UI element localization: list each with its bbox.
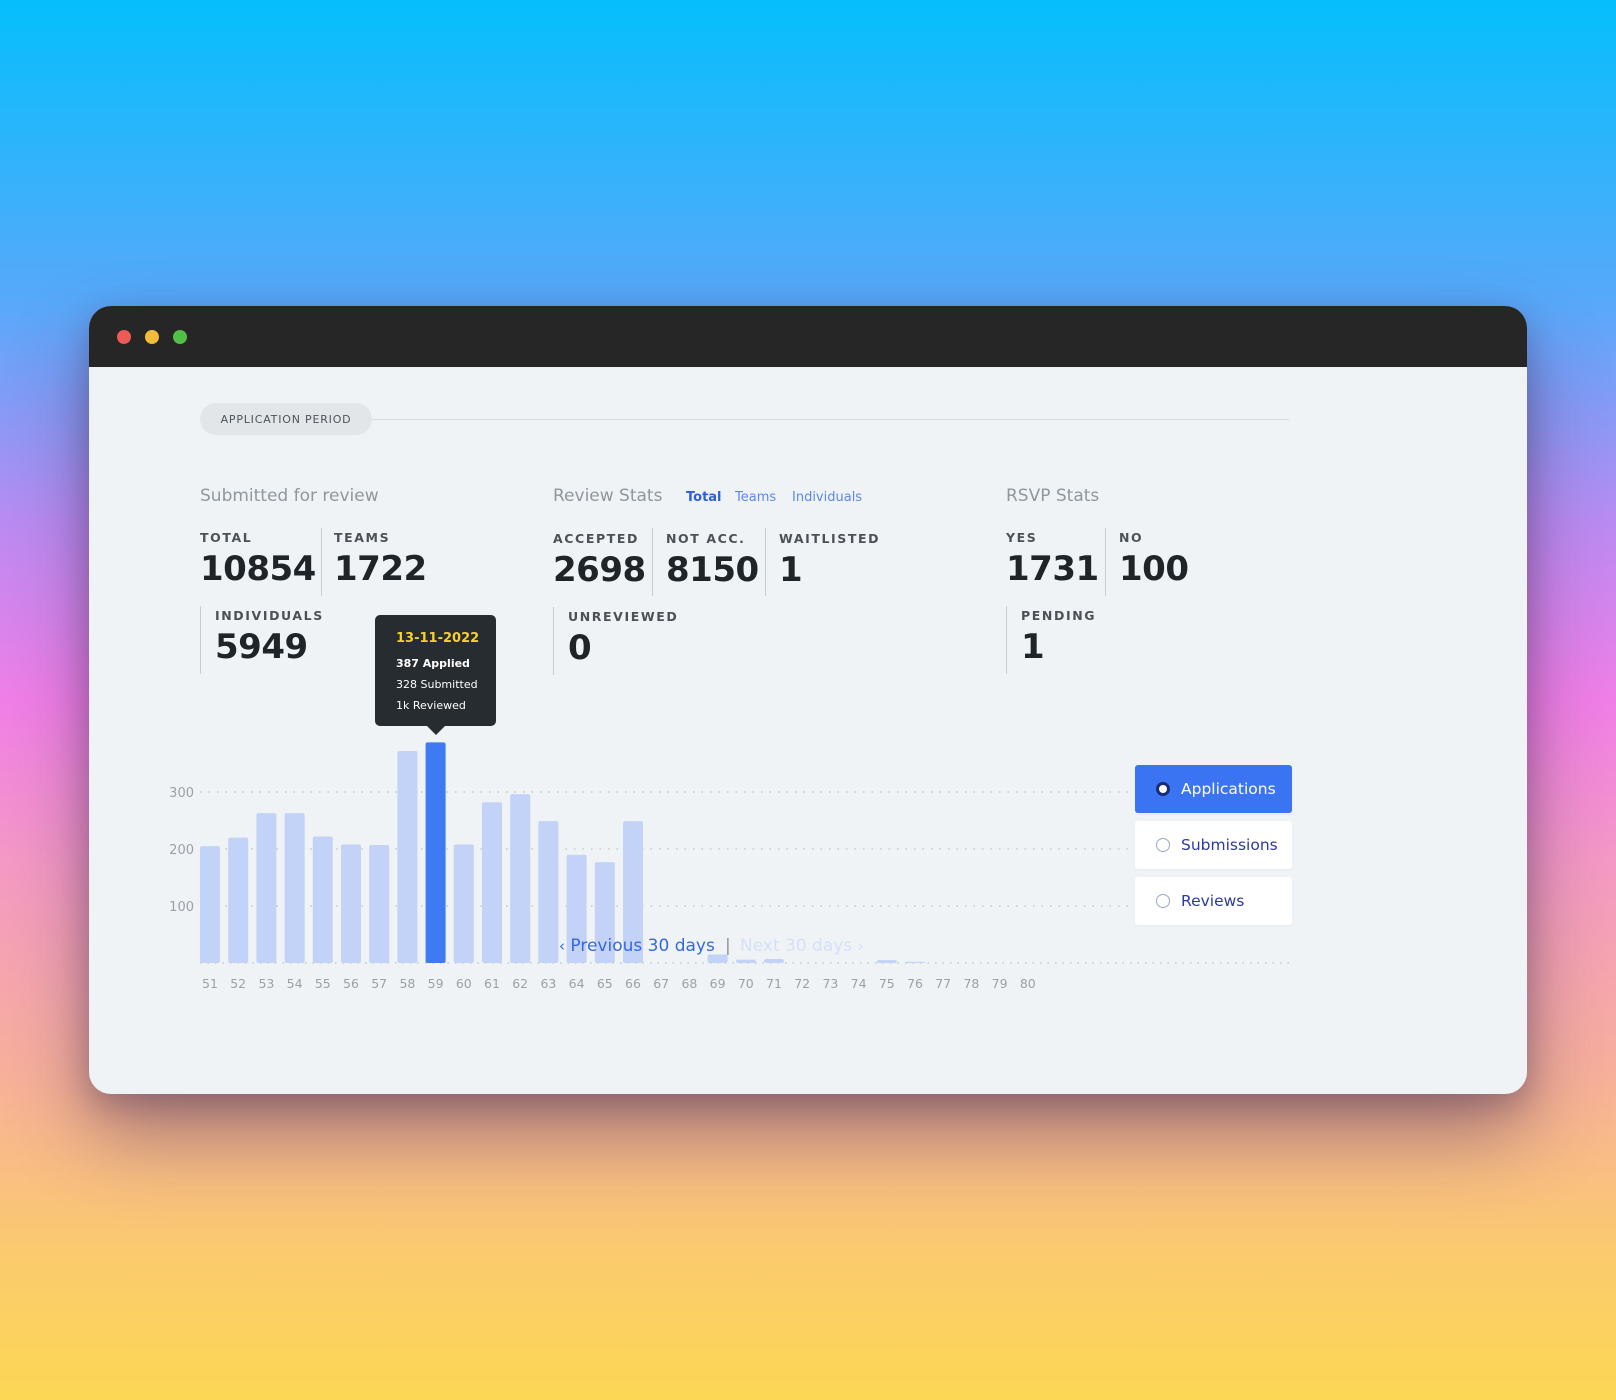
x-tick-label: 74 (851, 976, 867, 991)
highlighted-bar (425, 742, 446, 963)
chevron-right-icon: › (857, 937, 864, 955)
bar (538, 821, 559, 963)
bar (312, 836, 333, 963)
x-tick-label: 56 (343, 976, 359, 991)
x-tick-label: 79 (992, 976, 1008, 991)
x-tick-label: 59 (428, 976, 444, 991)
x-tick-label: 65 (597, 976, 613, 991)
x-tick-label: 69 (710, 976, 726, 991)
chart-tooltip: 13-11-2022 387 Applied 328 Submitted 1k … (375, 615, 496, 735)
bar (256, 813, 277, 963)
chevron-left-icon: ‹ (559, 937, 565, 955)
bar (482, 802, 502, 963)
next-30-days-label: Next 30 days (740, 936, 853, 956)
x-tick-label: 63 (540, 976, 556, 991)
x-tick-label: 62 (512, 976, 528, 991)
x-tick-label: 70 (738, 976, 754, 991)
tooltip-applied: 387 Applied (396, 657, 470, 670)
y-tick-label: 300 (169, 786, 194, 801)
bar (228, 837, 249, 963)
x-tick-label: 77 (935, 976, 951, 991)
x-tick-label: 66 (625, 976, 641, 991)
previous-30-days-label: Previous 30 days (570, 936, 715, 956)
x-tick-label: 55 (315, 976, 331, 991)
x-tick-label: 58 (399, 976, 415, 991)
reviews-toggle-button[interactable]: Reviews (1135, 877, 1292, 925)
x-tick-label: 68 (681, 976, 697, 991)
bar (735, 959, 756, 963)
applications-toggle-button[interactable]: Applications (1135, 765, 1292, 813)
bar (876, 960, 897, 963)
bar (341, 844, 361, 963)
x-tick-label: 52 (230, 976, 246, 991)
bar (453, 844, 474, 963)
bar (200, 846, 220, 963)
submissions-toggle-label: Submissions (1181, 836, 1278, 854)
applications-toggle-label: Applications (1181, 780, 1276, 798)
x-tick-label: 61 (484, 976, 500, 991)
bar (284, 813, 305, 963)
x-tick-label: 64 (569, 976, 585, 991)
x-tick-label: 80 (1020, 976, 1036, 991)
x-tick-label: 78 (963, 976, 979, 991)
x-tick-label: 73 (822, 976, 838, 991)
radio-unselected-icon (1156, 838, 1170, 852)
app-window: APPLICATION PERIOD Submitted for review … (89, 306, 1527, 1094)
radio-selected-icon (1156, 782, 1170, 796)
tooltip-date: 13-11-2022 (396, 631, 480, 646)
x-tick-label: 53 (258, 976, 274, 991)
next-30-days-link[interactable]: Next 30 days › (740, 936, 864, 956)
tooltip-submitted: 328 Submitted (396, 678, 478, 691)
y-tick-label: 100 (169, 900, 194, 915)
x-tick-label: 51 (202, 976, 218, 991)
x-tick-label: 76 (907, 976, 923, 991)
pager-separator: | (725, 936, 731, 956)
x-tick-label: 71 (766, 976, 782, 991)
x-tick-label: 60 (456, 976, 472, 991)
submissions-toggle-button[interactable]: Submissions (1135, 821, 1292, 869)
x-tick-label: 72 (794, 976, 810, 991)
previous-30-days-link[interactable]: ‹ Previous 30 days (559, 936, 715, 956)
reviews-toggle-label: Reviews (1181, 892, 1245, 910)
applications-bar-chart: 100 200 300 51 52 53 54 55 56 57 58 59 60 61 62 63 64 65 6… (169, 742, 1289, 991)
bar (905, 961, 925, 963)
bar (369, 845, 390, 963)
bar (764, 959, 784, 963)
radio-unselected-icon (1156, 894, 1170, 908)
x-tick-label: 57 (371, 976, 387, 991)
x-tick-label: 67 (653, 976, 669, 991)
x-tick-label: 75 (879, 976, 895, 991)
x-tick-label: 54 (287, 976, 303, 991)
bar (510, 794, 531, 963)
y-tick-label: 200 (169, 843, 194, 858)
bar (397, 750, 418, 963)
tooltip-reviewed: 1k Reviewed (396, 699, 466, 712)
